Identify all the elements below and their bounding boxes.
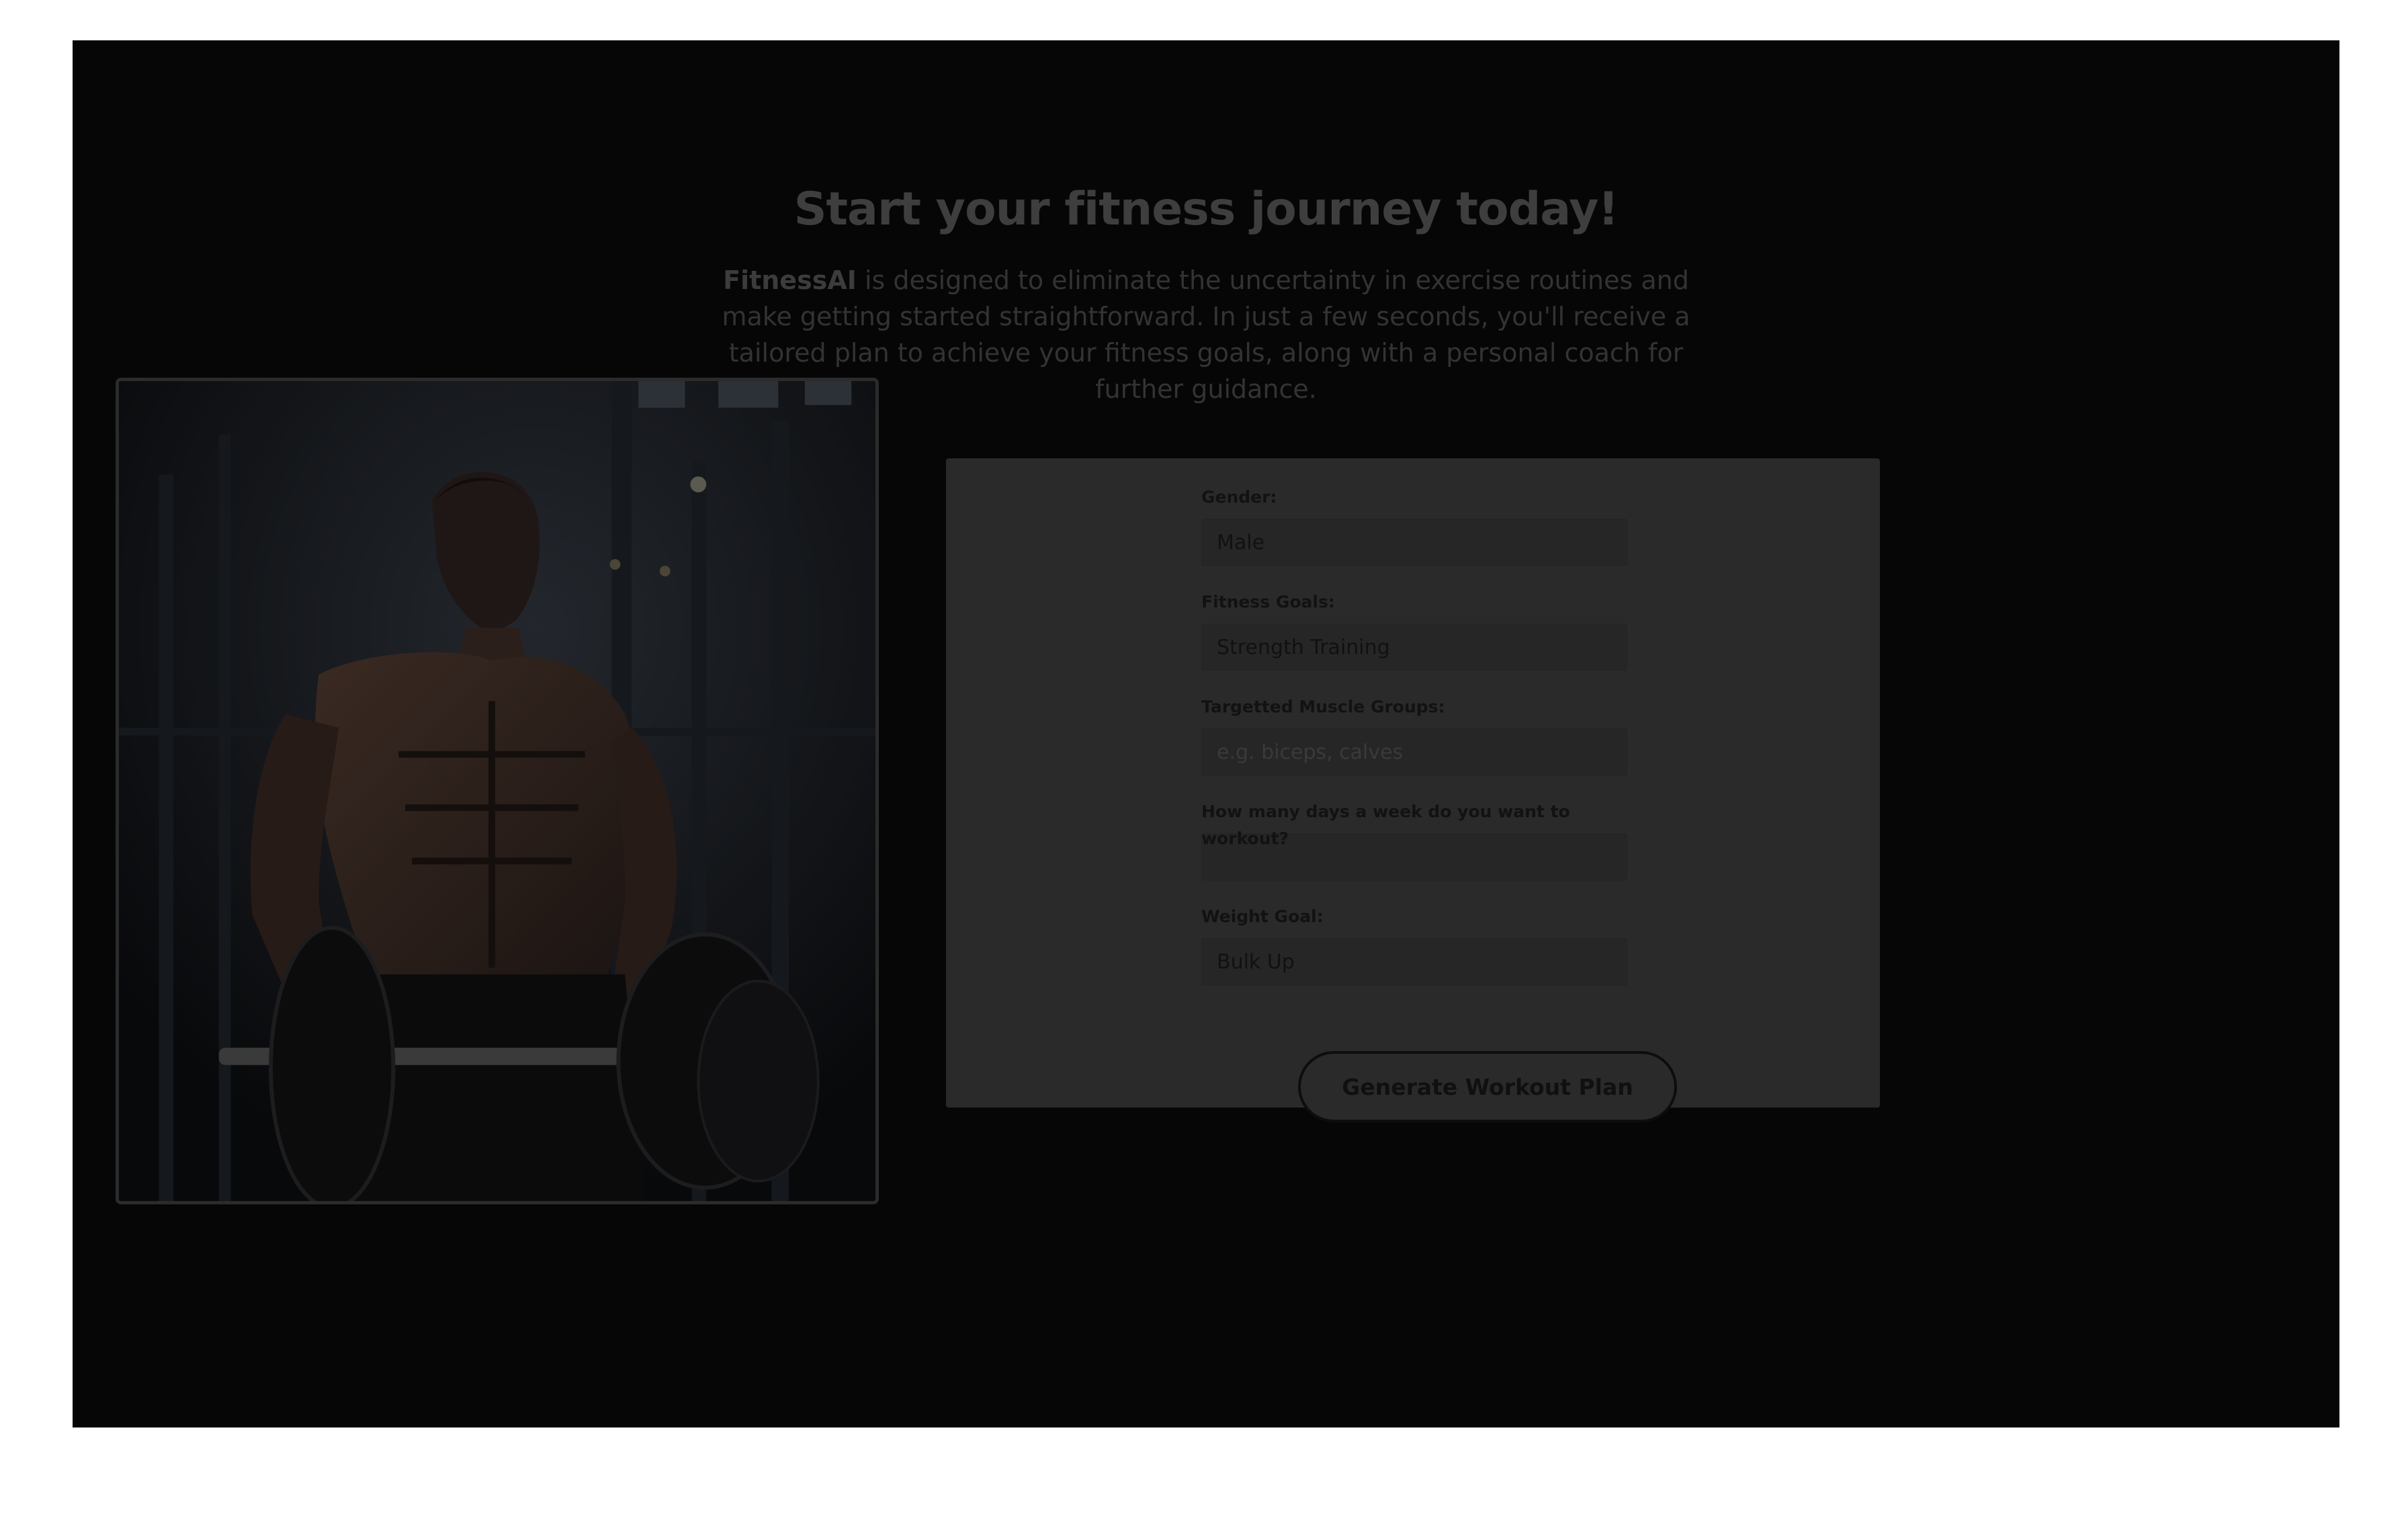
fitness-goals-select[interactable]: Strength Training: [1201, 624, 1627, 671]
muscle-groups-input[interactable]: [1217, 729, 1627, 775]
gender-label: Gender:: [1201, 487, 1277, 507]
gender-value: Male: [1217, 530, 1265, 554]
days-per-week-label: How many days a week do you want to work…: [1201, 802, 1570, 848]
fitness-goals-field-group: Fitness Goals: Strength Training: [1201, 589, 1631, 673]
days-per-week-box: [1201, 833, 1627, 880]
athlete-photo: [116, 378, 879, 1204]
muscle-groups-label: Targetted Muscle Groups:: [1201, 697, 1445, 716]
days-per-week-field-group: How many days a week do you want to work…: [1201, 798, 1631, 883]
weight-goal-value: Bulk Up: [1217, 950, 1295, 974]
gender-field-group: Gender: Male: [1201, 484, 1631, 569]
workout-form: Gender: Male Fitness Goals: Strength Tra…: [946, 458, 1880, 1108]
gender-select[interactable]: Male: [1201, 519, 1627, 566]
athlete-illustration: [119, 381, 875, 1201]
fitness-goals-value: Strength Training: [1217, 635, 1390, 659]
page-title: Start your fitness journey today!: [793, 183, 1619, 236]
muscle-groups-box: [1201, 729, 1627, 776]
weight-goal-label: Weight Goal:: [1201, 907, 1324, 926]
muscle-groups-field-group: Targetted Muscle Groups:: [1201, 694, 1631, 778]
weight-goal-select[interactable]: Bulk Up: [1201, 938, 1627, 985]
fitness-goals-label: Fitness Goals:: [1201, 592, 1335, 612]
weight-goal-field-group: Weight Goal: Bulk Up: [1201, 903, 1631, 988]
days-per-week-input[interactable]: [1217, 834, 1627, 880]
generate-workout-plan-button[interactable]: Generate Workout Plan: [1298, 1051, 1677, 1122]
brand-name: FitnessAI: [723, 265, 857, 295]
